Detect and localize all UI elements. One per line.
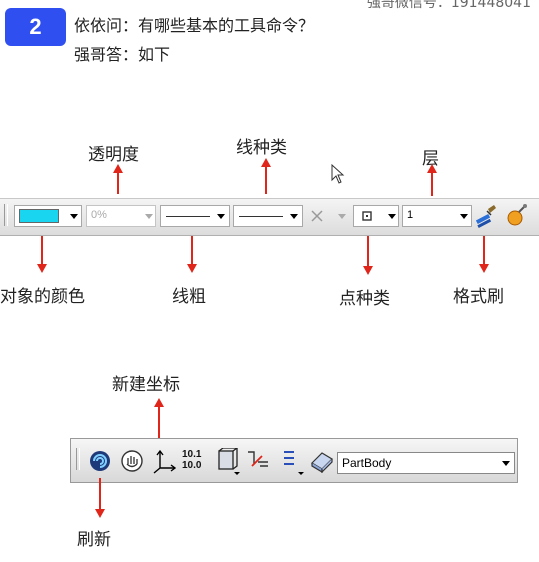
mouse-cursor-icon [331,164,345,184]
question-text: 依依问：有哪些基本的工具命令？ [74,16,315,35]
label-refresh: 刷新 [77,530,111,550]
arrow-point-type-head [363,266,373,275]
chevron-down-icon [217,214,225,219]
label-object-color: 对象的颜色 [0,287,85,307]
layer-value: 1 [407,209,414,221]
transparency-value: 0% [91,209,107,221]
hand-icon[interactable] [120,449,144,473]
line-width-sample [166,216,210,217]
chevron-down-icon [338,214,346,219]
part-body-value: PartBody [342,456,392,470]
chevron-down-icon [502,461,510,466]
answer-text: 强哥答：如下 [74,45,171,64]
arrow-color-head [37,264,47,273]
arrow-refresh-head [95,509,105,518]
shape-icon[interactable] [310,449,334,473]
label-line-type: 线种类 [236,138,287,158]
label-new-axis: 新建坐标 [112,375,180,395]
question-number-badge: 2 [5,8,66,46]
arrow-format-painter-line [483,236,485,264]
axis-system-icon[interactable] [152,448,176,474]
label-transparency: 透明度 [88,145,139,165]
arrow-new-axis-line [158,406,160,438]
arrow-line-width-head [187,264,197,273]
format-painter-icon[interactable] [474,203,498,229]
arrow-line-type-line [265,166,267,194]
chevron-down-icon [70,214,78,219]
arrow-format-painter-head [479,264,489,273]
watermark-text: 强哥微信号：191448041 [366,0,531,11]
line-type-sample [239,216,283,217]
split-icon[interactable] [246,448,270,474]
toolbar-grip[interactable] [4,204,8,226]
arrow-transparency-line [117,172,119,194]
point-symbol-icon [362,211,372,221]
list-icon[interactable] [280,448,306,476]
label-line-width: 线粗 [172,287,206,307]
color-swatch [19,209,59,223]
body-icon[interactable] [215,448,241,476]
numbers-icon[interactable]: 10.1 10.0 [182,449,208,473]
arrow-refresh-line [99,478,101,510]
refresh-icon[interactable] [88,449,112,473]
close-icon [311,210,323,222]
numbers-top: 10.1 [182,449,202,460]
properties-icon[interactable] [505,203,529,229]
label-format-painter: 格式刷 [453,287,504,307]
numbers-bottom: 10.0 [182,460,202,471]
arrow-layer-line [431,172,433,196]
arrow-point-type-line [367,236,369,266]
chevron-down-icon [460,214,468,219]
label-point-type: 点种类 [339,289,390,309]
arrow-color-line [41,236,43,264]
toolbar-grip[interactable] [76,448,80,470]
chevron-down-icon [388,214,396,219]
chevron-down-icon [290,214,298,219]
chevron-down-icon [145,214,153,219]
arrow-line-width-line [191,236,193,264]
